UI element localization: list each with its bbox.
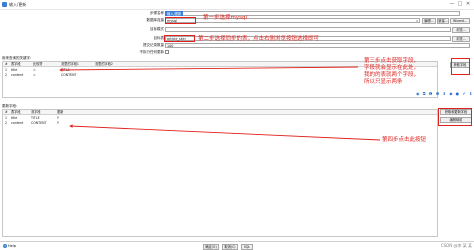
cell: TITLE [31,116,40,120]
help-link[interactable]: ? Help [3,244,16,248]
annotation-step2: 第二步选择同步的表，点击右侧浏览按钮选择即可 [198,36,320,42]
toolbar-icons: ◉ ⧉ ❶ ❸ ⬇ ◆ ● ✔ ⬇ [416,91,473,96]
window-title: 输入/更新 [9,2,27,7]
cell: 1 [5,68,8,72]
cell: TITLE [61,68,70,72]
update-table-header: # 表字段 流字段 更新 [3,110,437,115]
step-name-input[interactable]: 输入/更新 [165,11,183,16]
ok-button[interactable]: 确定(O) [203,243,219,250]
annotation-box-connection [165,17,196,24]
down-arrow-icon[interactable]: ⬇ [469,91,473,96]
cell: content [11,121,24,125]
annotation-step1: 第一步选择mysql [203,15,247,21]
col-header: 更新 [57,110,64,114]
copy-icon[interactable]: ⧉ [423,91,427,96]
col-header: 表字段 [11,110,21,114]
cell: = [33,73,36,77]
app-icon [2,2,7,7]
cell: Y [57,116,59,120]
target-table-label: 目标表 [153,36,165,40]
close-button[interactable]: ✕ [464,1,472,8]
cell: 2 [5,73,8,77]
down-arrow-icon[interactable]: ⬇ [443,91,447,96]
diamond-icon[interactable]: ◆ [449,91,453,96]
footer-bar: ? Help 确定(O) 取消(C) SQL CSDN @李 某 某 [0,241,474,250]
cell: = [33,68,36,72]
cell: Y [57,121,59,125]
cell: CONTENT [61,73,77,77]
no-update-checkbox[interactable] [165,50,169,54]
number-three-icon[interactable]: ❸ [436,91,441,96]
check-icon[interactable]: ✔ [462,91,466,96]
cell: title [11,116,18,120]
db-edit-button[interactable]: 编辑... [422,17,436,24]
no-update-label: 不执行任何更新 [139,50,165,54]
schema-label: 目标模式 [150,27,164,31]
annotation-box-table [164,35,195,42]
schema-input[interactable] [165,27,451,32]
cell: CONTENT [31,121,47,125]
sql-button[interactable]: SQL [241,243,253,250]
schema-browse-button[interactable]: 浏览... [452,26,470,33]
circle-icon[interactable]: ◉ [416,91,421,96]
maximize-button[interactable]: □ [456,1,464,8]
cell: 1 [5,116,8,120]
col-header: 流里的字段2 [95,62,113,66]
annotation-box-update-fields [438,108,472,126]
commit-size-label: 提交记录数量 [143,43,164,47]
chevron-down-icon: ▾ [416,19,418,23]
dot-icon[interactable]: ● [456,91,461,96]
annotation-step3: 第三步点击获取字段，字段就会显示在此处，我的的表就两个字段，所以只显示两条 [364,58,420,85]
cell: content [11,73,24,77]
db-connection-label: 数据库连接 [146,18,165,22]
watermark: CSDN @李 某 某 [440,243,472,248]
update-fields-table[interactable]: # 表字段 流字段 更新 1 title TITLE Y 2 content C… [2,109,438,237]
col-header: # [5,62,8,66]
annotation-box-get-fields [451,58,470,75]
step-name-label: 步骤名称 [150,11,164,15]
minimize-button[interactable]: — [448,1,456,8]
col-header: # [5,110,8,114]
annotation-step4: 第四步点击此按钮 [382,137,427,143]
cancel-button[interactable]: 取消(C) [222,243,238,250]
db-new-button[interactable]: 新建... [437,17,449,24]
col-header: 表字段 [11,62,21,66]
number-one-icon[interactable]: ❶ [429,91,434,96]
cell: title [11,68,18,72]
col-header: 流字段 [31,110,41,114]
col-header: 流里的字段1 [61,62,79,66]
cell: 2 [5,121,8,125]
table-browse-button[interactable]: 浏览... [452,35,470,42]
title-bar: 输入/更新 — □ ✕ [0,0,474,10]
help-icon: ? [3,244,7,248]
col-header: 比较符 [33,62,43,66]
commit-size-input[interactable]: 100 [165,43,470,48]
help-label: Help [8,244,16,248]
db-wizard-button[interactable]: Wizard... [450,17,470,24]
